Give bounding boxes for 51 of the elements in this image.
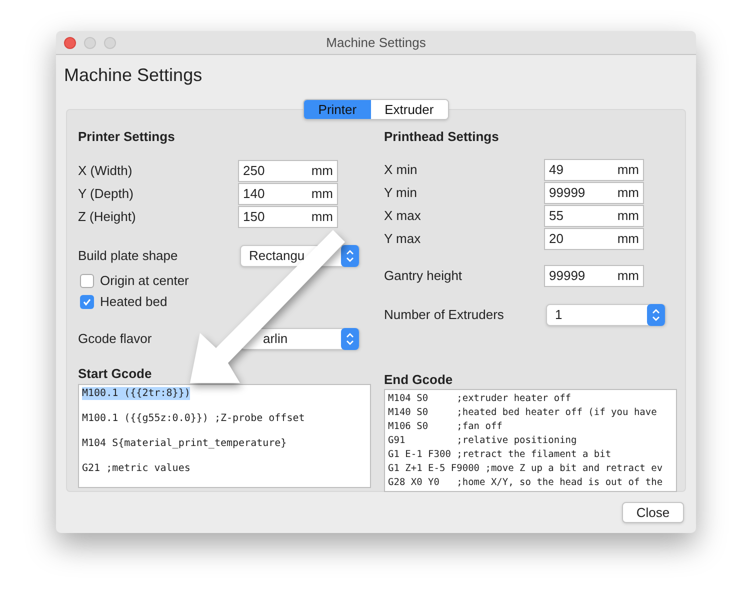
field-label: Z (Height): [78, 208, 136, 226]
code-line: G21 ;metric values: [82, 462, 190, 474]
tab[interactable]: Printer: [304, 100, 371, 119]
field-label: Y max: [384, 230, 421, 248]
field-label: Number of Extruders: [384, 306, 505, 324]
section-title: Printer Settings: [78, 128, 176, 146]
checkbox-label: Heated bed: [100, 292, 168, 311]
field-label: Gcode flavor: [78, 330, 153, 348]
window-title: Machine Settings: [326, 34, 426, 52]
checkmark-icon: [82, 296, 92, 306]
number-field[interactable]: 150 mm: [238, 206, 338, 228]
code-editor[interactable]: M100.1 ({{2tr:8}}) M100.1 ({{g55z:0.0}}) ;Z-probe offset M104 S{material_print_temperature} G21 ;metric values: [78, 384, 371, 488]
dropdown[interactable]: 1: [546, 304, 666, 326]
stepper-icon: [341, 245, 359, 267]
section-title: Printhead Settings: [384, 128, 500, 146]
checkbox-label: Origin at center: [100, 272, 189, 290]
code-line: G1 E-1 F300 ;retract the filament a bit: [388, 448, 612, 462]
field-label: X (Width): [78, 162, 132, 180]
number-field[interactable]: 99999 mm: [544, 182, 644, 204]
field-label: Build plate shape: [78, 247, 179, 266]
number-field[interactable]: 55 mm: [544, 205, 644, 228]
code-line: M140 S0 ;heated bed heater off (if you have: [388, 406, 658, 420]
field-label: Gantry height: [384, 267, 462, 286]
code-line: M100.1 ({{g55z:0.0}}) ;Z-probe offset: [82, 412, 305, 424]
number-field[interactable]: 140 mm: [238, 182, 338, 204]
tab[interactable]: Extruder: [370, 100, 448, 119]
dropdown[interactable]: arlin: [240, 328, 360, 350]
code-line: M104 S0 ;extruder heater off: [388, 392, 572, 406]
field-label: Y (Depth): [78, 184, 134, 203]
code-line: G91 ;relative positioning: [388, 434, 578, 448]
number-field[interactable]: 99999 mm: [544, 265, 644, 288]
dialog-heading: Machine Settings: [63, 64, 204, 87]
number-field[interactable]: 49 mm: [544, 159, 644, 182]
checkbox[interactable]: [80, 274, 94, 288]
code-line: G1 Z+1 E-5 F9000 ;move Z up a bit and retract ev: [388, 462, 664, 476]
code-line: M106 S0 ;fan off: [388, 420, 504, 434]
stepper-icon: [341, 328, 359, 350]
close-icon[interactable]: [64, 36, 76, 48]
stepper-icon: [647, 304, 665, 326]
section-title: Start Gcode: [78, 365, 153, 383]
code-line: G28 X0 Y0 ;home X/Y, so the head is out of the: [388, 476, 664, 490]
field-label: X max: [384, 207, 421, 226]
number-field[interactable]: 250 mm: [238, 160, 338, 182]
field-label: X min: [384, 161, 418, 180]
number-field[interactable]: 20 mm: [544, 228, 644, 250]
code-editor[interactable]: [384, 389, 677, 492]
field-label: Y min: [384, 184, 417, 202]
close-button[interactable]: Close: [622, 502, 684, 523]
section-title: End Gcode: [384, 370, 454, 389]
code-line: M104 S{material_print_temperature}: [82, 436, 287, 450]
checkbox[interactable]: [80, 294, 94, 308]
